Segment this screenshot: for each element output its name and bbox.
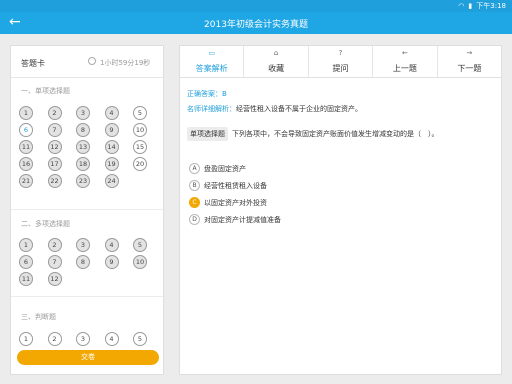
question-number-button[interactable]: 5	[133, 106, 147, 120]
section-label-single: 一、单项选择题	[21, 87, 70, 95]
clock-icon	[88, 57, 96, 65]
tab-label: 收藏	[268, 64, 285, 73]
multiple-choice-grid: 1 2 3 4 5 6 7 8 9 10 11 12	[19, 238, 162, 286]
divider	[11, 296, 163, 297]
question-panel: ▭ 答案解析 ⌂ 收藏 ? 提问 ← 上一题 → 下一题 正确答案：B 名师详细…	[179, 45, 502, 375]
option-text: 盘盈固定资产	[204, 164, 246, 173]
answer-card-header: 答题卡 1小时59分19秒	[11, 46, 163, 78]
question-number-button[interactable]: 3	[76, 238, 90, 252]
option-letter: B	[189, 180, 200, 191]
page-title: 2013年初级会计实务真题	[204, 20, 308, 30]
status-icons: ◠ ▮ 下午3:18	[458, 1, 506, 11]
tab-label: 上一题	[392, 64, 417, 73]
question-number-button[interactable]: 24	[104, 174, 119, 188]
question-number-button[interactable]: 6	[19, 123, 33, 137]
question-number-button[interactable]: 11	[19, 272, 33, 286]
question-number-button[interactable]: 1	[19, 332, 33, 346]
option-d[interactable]: D 对固定资产计提减值准备	[189, 214, 281, 225]
tab-explanation[interactable]: ▭ 答案解析	[180, 46, 245, 77]
app-bar: ← 2013年初级会计实务真题	[0, 12, 512, 34]
answer-card-title: 答题卡	[21, 59, 45, 68]
answer-card-panel: 答题卡 1小时59分19秒 一、单项选择题 1 2 3 4 5 6 7 8 9 10 11 12 13 1…	[10, 45, 164, 375]
arrow-left-icon: ←	[401, 49, 408, 57]
question-number-button[interactable]: 2	[47, 106, 62, 120]
tab-next[interactable]: → 下一题	[438, 46, 501, 77]
remaining-time: 1小时59分19秒	[100, 59, 151, 67]
question-number-button[interactable]: 20	[133, 157, 147, 171]
question-number-button[interactable]: 13	[76, 140, 90, 154]
question-number-button[interactable]: 3	[76, 106, 90, 120]
question-number-button[interactable]: 19	[104, 157, 119, 171]
section-label-truefalse: 三、判断题	[21, 313, 56, 321]
question-mark-icon: ?	[338, 49, 343, 57]
question-number-button[interactable]: 8	[76, 123, 90, 137]
option-text: 经营性租赁租入设备	[204, 181, 267, 190]
single-choice-grid: 1 2 3 4 5 6 7 8 9 10 11 12 13 14 15 16 17 18 19 20 21 22 23 24	[19, 106, 162, 188]
question-number-button[interactable]: 10	[133, 123, 147, 137]
question-text: 下列各项中，不会导致固定资产账面价值发生增减变动的是（ ）。	[232, 130, 439, 138]
question-number-button[interactable]: 3	[76, 332, 90, 346]
arrow-right-icon: →	[466, 49, 473, 57]
tab-favorite[interactable]: ⌂ 收藏	[244, 46, 309, 77]
battery-icon: ▮	[468, 2, 473, 10]
question-number-button[interactable]: 12	[47, 272, 62, 286]
explanation: 名师详细解析：经营性租入设备不属于企业的固定资产。	[187, 104, 362, 114]
explanation-key: 名师详细解析：	[187, 105, 236, 113]
question-number-button[interactable]: 4	[104, 332, 119, 346]
question-number-button[interactable]: 4	[104, 106, 119, 120]
question-number-button[interactable]: 14	[104, 140, 119, 154]
question-number-button[interactable]: 10	[133, 255, 147, 269]
option-letter: D	[189, 214, 200, 225]
document-icon: ▭	[208, 49, 216, 57]
question-number-button[interactable]: 9	[104, 255, 119, 269]
question-number-button[interactable]: 11	[19, 140, 33, 154]
option-letter: C	[189, 197, 200, 208]
status-bar: ◠ ▮ 下午3:18	[0, 0, 512, 12]
tab-ask[interactable]: ? 提问	[309, 46, 374, 77]
tab-label: 答案解析	[195, 64, 228, 73]
option-text: 以固定资产对外投资	[204, 198, 267, 207]
option-letter: A	[189, 163, 200, 174]
favorite-icon: ⌂	[273, 49, 279, 57]
option-c[interactable]: C 以固定资产对外投资	[189, 197, 267, 208]
option-text: 对固定资产计提减值准备	[204, 215, 281, 224]
question-number-button[interactable]: 5	[133, 238, 147, 252]
question-number-button[interactable]: 1	[19, 238, 33, 252]
question-line: 单项选择题 下列各项中，不会导致固定资产账面价值发生增减变动的是（ ）。	[187, 127, 497, 141]
question-number-button[interactable]: 2	[47, 238, 62, 252]
question-number-button[interactable]: 2	[47, 332, 62, 346]
question-number-button[interactable]: 15	[133, 140, 147, 154]
question-number-button[interactable]: 9	[104, 123, 119, 137]
question-number-button[interactable]: 6	[19, 255, 33, 269]
question-number-button[interactable]: 1	[19, 106, 33, 120]
question-type-badge: 单项选择题	[187, 127, 228, 141]
wifi-icon: ◠	[458, 2, 465, 10]
section-label-multiple: 二、多项选择题	[21, 220, 70, 228]
question-number-button[interactable]: 16	[19, 157, 33, 171]
question-number-button[interactable]: 21	[19, 174, 33, 188]
true-false-grid: 12345	[19, 332, 162, 346]
question-number-button[interactable]: 17	[47, 157, 62, 171]
correct-answer: 正确答案：B	[187, 90, 227, 98]
question-number-button[interactable]: 23	[76, 174, 90, 188]
tab-label: 下一题	[457, 64, 482, 73]
explanation-text: 经营性租入设备不属于企业的固定资产。	[236, 105, 362, 113]
option-b[interactable]: B 经营性租赁租入设备	[189, 180, 267, 191]
question-number-button[interactable]: 18	[76, 157, 90, 171]
status-time: 下午3:18	[476, 2, 506, 10]
action-tabs: ▭ 答案解析 ⌂ 收藏 ? 提问 ← 上一题 → 下一题	[180, 46, 501, 78]
question-number-button[interactable]: 4	[104, 238, 119, 252]
question-number-button[interactable]: 22	[47, 174, 62, 188]
question-number-button[interactable]: 8	[76, 255, 90, 269]
option-a[interactable]: A 盘盈固定资产	[189, 163, 246, 174]
question-number-button[interactable]: 7	[47, 255, 62, 269]
tab-previous[interactable]: ← 上一题	[373, 46, 438, 77]
tab-label: 提问	[332, 64, 349, 73]
submit-button[interactable]: 交卷	[17, 350, 159, 365]
divider	[11, 209, 163, 210]
question-number-button[interactable]: 12	[47, 140, 62, 154]
question-number-button[interactable]: 7	[47, 123, 62, 137]
question-number-button[interactable]: 5	[133, 332, 147, 346]
